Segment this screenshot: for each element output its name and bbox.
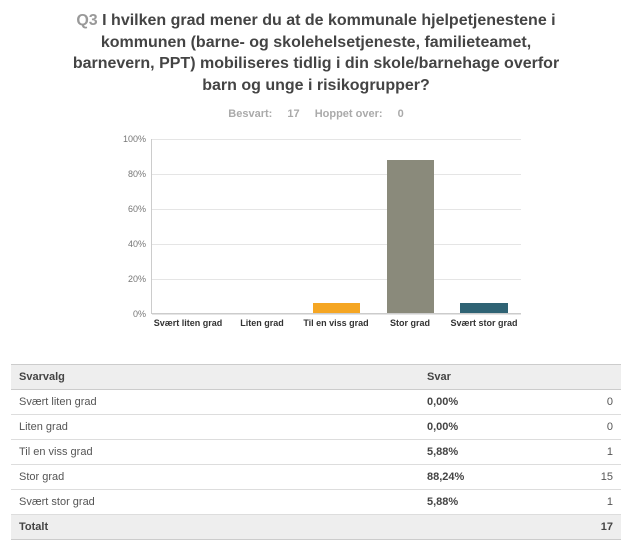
table-header-row: Svarvalg Svar: [11, 365, 621, 390]
cell-count: 0: [545, 415, 621, 440]
cell-percent: 5,88%: [419, 440, 545, 465]
bar: [387, 160, 434, 314]
col-response: Svar: [419, 365, 621, 390]
cell-count: 1: [545, 490, 621, 515]
x-tick-label: Svært liten grad: [151, 316, 225, 344]
table-row: Svært stor grad5,88%1: [11, 490, 621, 515]
x-tick-label: Svært stor grad: [447, 316, 521, 344]
cell-count: 1: [545, 440, 621, 465]
bar-slot: [373, 139, 447, 313]
question-prefix: Q3: [76, 12, 97, 29]
cell-percent: 0,00%: [419, 390, 545, 415]
question-text: I hvilken grad mener du at de kommunale …: [73, 12, 559, 94]
report-page: Q3 I hvilken grad mener du at de kommuna…: [0, 0, 632, 560]
y-tick-label: 60%: [106, 204, 146, 214]
cell-option: Liten grad: [11, 415, 419, 440]
table-body: Svært liten grad0,00%0Liten grad0,00%0Ti…: [11, 390, 621, 540]
bars-container: [152, 139, 521, 313]
table-row: Stor grad88,24%15: [11, 465, 621, 490]
answered-label: Besvart:: [228, 108, 272, 120]
table-total-row: Totalt 17: [11, 515, 621, 540]
y-tick-label: 0%: [106, 309, 146, 319]
cell-total-label: Totalt: [11, 515, 419, 540]
cell-count: 0: [545, 390, 621, 415]
table-row: Svært liten grad0,00%0: [11, 390, 621, 415]
results-table: Svarvalg Svar Svært liten grad0,00%0Lite…: [11, 364, 621, 540]
cell-total-count: 17: [545, 515, 621, 540]
grid-line: [152, 314, 521, 315]
bar-slot: [447, 139, 521, 313]
table-row: Liten grad0,00%0: [11, 415, 621, 440]
table-row: Til en viss grad5,88%1: [11, 440, 621, 465]
bar-chart: 0% 20% 40% 60% 80% 100% Svært liten gradLiten…: [106, 134, 526, 344]
plot-area: [151, 139, 521, 314]
col-option: Svarvalg: [11, 365, 419, 390]
response-meta: Besvart: 17 Hoppet over: 0: [0, 108, 632, 120]
cell-count: 15: [545, 465, 621, 490]
cell-option: Til en viss grad: [11, 440, 419, 465]
cell-option: Svært stor grad: [11, 490, 419, 515]
y-tick-label: 100%: [106, 134, 146, 144]
x-tick-label: Liten grad: [225, 316, 299, 344]
answered-count: 17: [287, 108, 299, 120]
y-tick-label: 20%: [106, 274, 146, 284]
bar-slot: [152, 139, 226, 313]
question-heading: Q3 I hvilken grad mener du at de kommuna…: [0, 10, 632, 96]
bar: [313, 303, 360, 313]
cell-percent: 5,88%: [419, 490, 545, 515]
x-tick-label: Stor grad: [373, 316, 447, 344]
x-tick-label: Til en viss grad: [299, 316, 373, 344]
cell-total-spacer: [419, 515, 545, 540]
x-axis-labels: Svært liten gradLiten gradTil en viss gr…: [151, 316, 521, 344]
y-tick-label: 80%: [106, 169, 146, 179]
cell-percent: 88,24%: [419, 465, 545, 490]
cell-option: Stor grad: [11, 465, 419, 490]
bar-slot: [226, 139, 300, 313]
y-tick-label: 40%: [106, 239, 146, 249]
skipped-label: Hoppet over:: [315, 108, 383, 120]
cell-percent: 0,00%: [419, 415, 545, 440]
skipped-count: 0: [398, 108, 404, 120]
bar: [460, 303, 507, 313]
cell-option: Svært liten grad: [11, 390, 419, 415]
bar-slot: [300, 139, 374, 313]
